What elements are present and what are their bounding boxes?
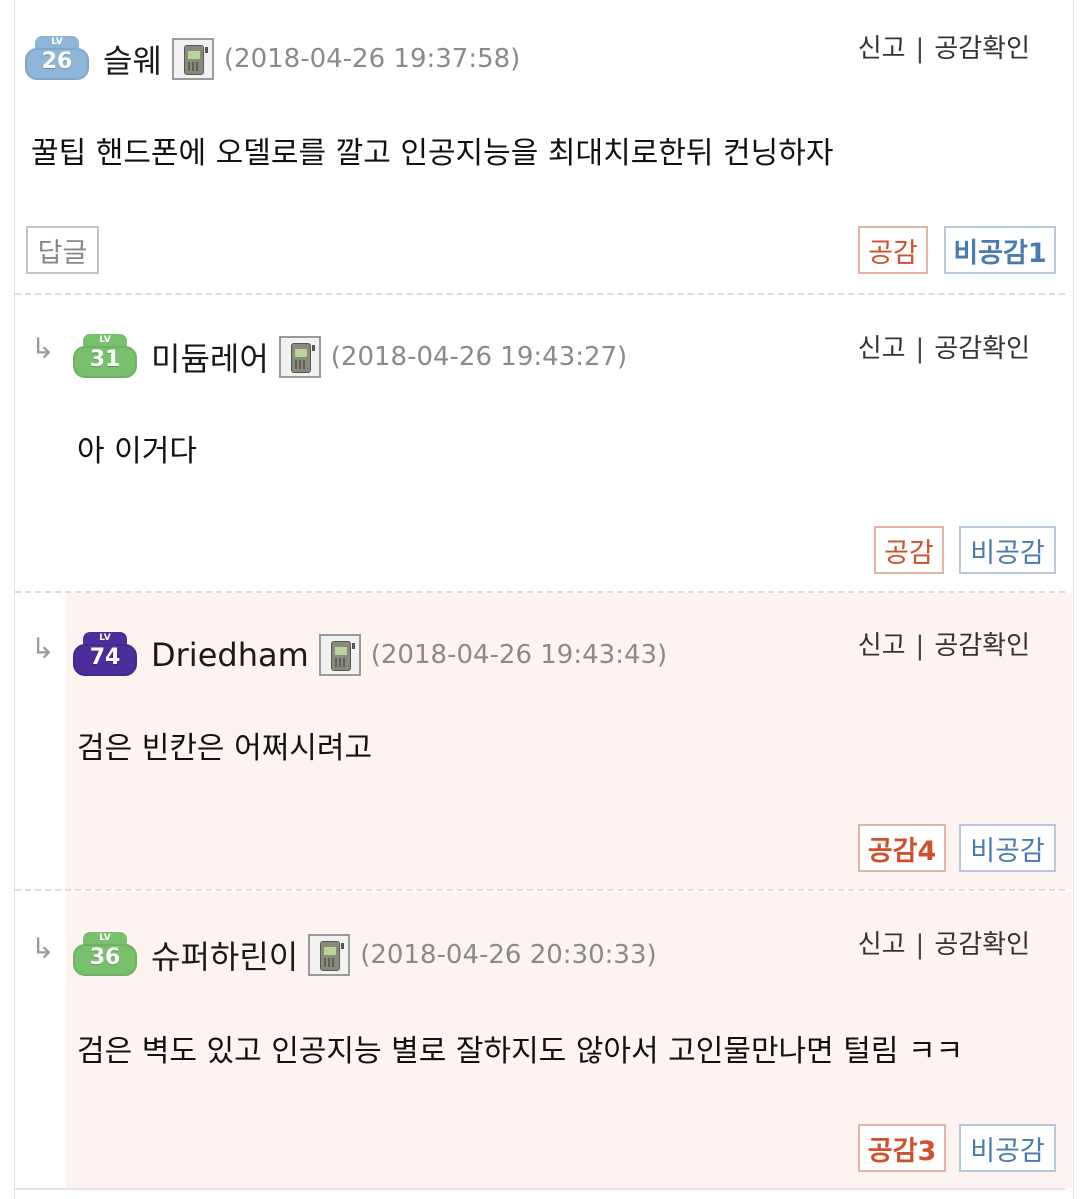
comment-actions: 신고 | 공감확인 [858,328,1030,365]
divider: | [915,34,925,64]
comment-header: LV 31 미듐레어 (2018-04-26 19:43:27) [73,332,627,382]
level-badge-icon: LV 31 [73,334,137,380]
divider: | [915,631,925,661]
divider: | [915,930,925,960]
nickname[interactable]: 슬웨 [103,36,162,82]
like-check-link[interactable]: 공감확인 [934,631,1030,661]
timestamp: (2018-04-26 20:30:33) [360,940,657,970]
timestamp: (2018-04-26 19:37:58) [223,44,521,74]
mobile-phone-icon [171,38,214,80]
like-check-link[interactable]: 공감확인 [934,34,1030,64]
report-link[interactable]: 신고 [858,334,906,364]
level-badge-icon: LV 36 [73,932,137,978]
report-link[interactable]: 신고 [858,930,906,960]
comment-item: LV 26 슬웨 (2018-04-26 19:37:58) 신고 | 공감확인 꿀… [15,0,1072,294]
reply-button[interactable]: 답글 [26,226,99,274]
nickname[interactable]: Driedham [151,636,309,674]
comment-text: 검은 벽도 있고 인공지능 별로 잘하지도 않아서 고인물만나면 털림 ㅋㅋ [77,1034,964,1069]
comment-item: ↳ LV 31 미듐레어 (2018-04-26 19:43:27) 신고 | 공감… [15,296,1072,590]
reply-arrow-icon: ↳ [31,332,55,365]
comment-divider [15,889,1065,891]
comment-text: 검은 빈칸은 어쩌시려고 [77,731,373,766]
dislike-button[interactable]: 비공감1 [944,226,1056,274]
comment-divider [15,1188,1065,1190]
nickname[interactable]: 슈퍼하린이 [151,932,298,978]
timestamp: (2018-04-26 19:43:43) [370,640,668,670]
comment-actions: 신고 | 공감확인 [858,924,1030,961]
reply-arrow-icon: ↳ [31,932,55,965]
like-button[interactable]: 공감 [874,526,944,574]
comment-item: LV 74 Driedham (2018-04-26 19:43:43) 신고 |… [66,593,1072,889]
like-button[interactable]: 공감3 [858,1124,946,1172]
report-link[interactable]: 신고 [858,631,906,661]
divider: | [915,334,925,364]
level-badge-icon: LV 26 [25,36,89,82]
level-badge-icon: LV 74 [73,632,137,678]
dislike-button[interactable]: 비공감 [959,824,1056,872]
dislike-button[interactable]: 비공감 [959,1124,1056,1172]
like-check-link[interactable]: 공감확인 [934,930,1030,960]
nickname[interactable]: 미듐레어 [151,334,269,380]
timestamp: (2018-04-26 19:43:27) [330,342,628,372]
like-button[interactable]: 공감4 [858,824,946,872]
comment-text: 아 이거다 [77,434,197,469]
comment-divider [15,293,1065,295]
dislike-button[interactable]: 비공감 [959,526,1056,574]
comment-item: LV 36 슈퍼하린이 (2018-04-26 20:30:33) 신고 | 공감확… [66,892,1072,1188]
mobile-phone-icon [318,634,361,676]
comment-header: LV 36 슈퍼하린이 (2018-04-26 20:30:33) [73,930,657,980]
mobile-phone-icon [278,336,321,378]
comment-actions: 신고 | 공감확인 [858,625,1030,662]
report-link[interactable]: 신고 [858,34,906,64]
reply-arrow-icon: ↳ [31,632,55,665]
comment-header: LV 74 Driedham (2018-04-26 19:43:43) [73,630,667,680]
mobile-phone-icon [308,934,351,976]
comment-actions: 신고 | 공감확인 [858,28,1030,65]
like-button[interactable]: 공감 [858,226,928,274]
like-check-link[interactable]: 공감확인 [934,334,1030,364]
comment-text: 꿀팁 핸드폰에 오델로를 깔고 인공지능을 최대치로한뒤 컨닝하자 [31,136,834,171]
comment-header: LV 26 슬웨 (2018-04-26 19:37:58) [25,34,520,84]
